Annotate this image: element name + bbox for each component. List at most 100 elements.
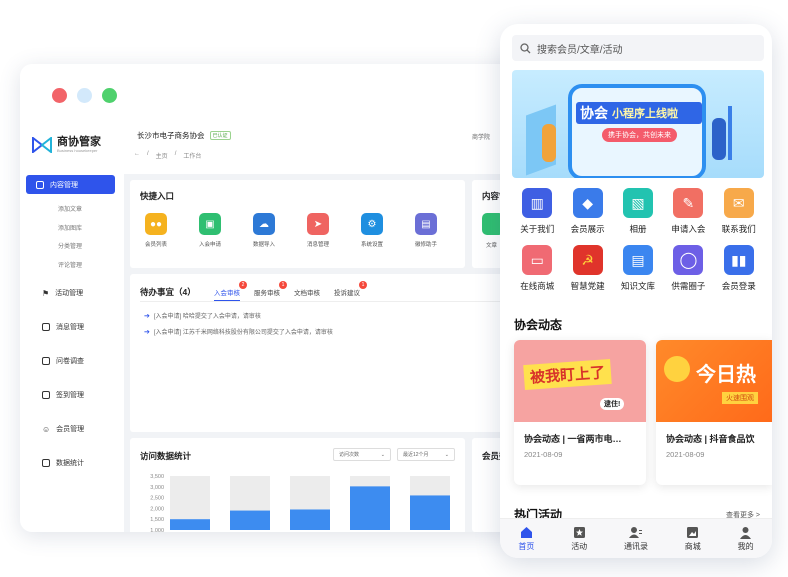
calendar-icon <box>42 391 50 399</box>
news-card[interactable]: 被我盯上了 逮住! 协会动态 | 一省两市电… 2021-08-09 <box>514 340 646 485</box>
breadcrumb-workbench: 工作台 <box>183 154 202 160</box>
bar[interactable] <box>290 509 330 530</box>
verified-badge: 已认证 <box>209 131 231 140</box>
quick-message-manage[interactable]: ➤ 消息管理 <box>302 213 334 248</box>
tab-badge: 1 <box>359 281 367 289</box>
grid-member-showcase[interactable]: ◆ 会员展示 <box>562 188 612 235</box>
flag-icon: ⚑ <box>42 288 50 298</box>
tab-service-review[interactable]: 服务审核 1 <box>254 281 287 301</box>
range-select[interactable]: 最近12个月 ⌄ <box>397 448 455 461</box>
grid-contact-us[interactable]: ✉ 联系我们 <box>714 188 764 235</box>
login-icon: ▮▮ <box>723 245 754 275</box>
quick-data-import[interactable]: ☁ 数据导入 <box>248 213 280 248</box>
sidebar-subitem-add-article[interactable]: 添加文章 <box>58 204 82 213</box>
grid-party-building[interactable]: ☭ 智慧党建 <box>562 245 612 292</box>
tab-activities[interactable]: 活动 <box>571 526 587 552</box>
grid-member-login[interactable]: ▮▮ 会员登录 <box>714 245 764 292</box>
bottom-tabbar: 首页 活动 通讯录 商城 我的 <box>500 518 772 558</box>
search-icon <box>520 42 531 53</box>
content-icon <box>36 180 44 189</box>
tab-shop[interactable]: 商城 <box>685 526 701 552</box>
arrow-right-icon: ➔ <box>144 312 150 320</box>
close-dot[interactable] <box>52 88 67 103</box>
chart-icon <box>42 459 50 467</box>
star-icon <box>573 526 585 538</box>
quick-join-application[interactable]: ▣ 入会申请 <box>194 213 226 248</box>
visit-stats-card: 访问数据统计 访问次数 ⌄ 最近12个月 ⌄ 3,500 3,000 2,500 2,… <box>130 438 465 532</box>
minimize-dot[interactable] <box>77 88 92 103</box>
tab-join-review[interactable]: 入会审核 2 <box>214 281 247 301</box>
assistant-icon: ▤ <box>415 213 437 235</box>
quick-assistant[interactable]: ▤ 徽修助手 <box>410 213 442 248</box>
sidebar-item-label: 内容管理 <box>50 181 78 189</box>
metric-select[interactable]: 访问次数 ⌄ <box>333 448 391 461</box>
quick-member-list[interactable]: ●● 会员列表 <box>140 213 172 248</box>
tab-complaints[interactable]: 投诉建议 1 <box>334 281 367 301</box>
todo-item[interactable]: ➔ [入会申请] 哈哈提交了入会申请，请审核 <box>144 311 261 321</box>
grid-knowledge-library[interactable]: ▤ 知识文库 <box>613 245 663 292</box>
news-image-text: 今日热 <box>696 364 756 386</box>
quick-entry-card: 快捷入口 ●● 会员列表 ▣ 入会申请 ☁ 数据导入 ➤ 消息管理 ⚙ 系统设置… <box>130 180 465 268</box>
news-image-text: 被我盯上了 <box>523 358 612 391</box>
todo-tabs: 入会审核 2 服务审核 1 文档审核 投诉建议 1 <box>214 281 367 301</box>
bar[interactable] <box>350 486 390 530</box>
grid-online-mall[interactable]: ▭ 在线商城 <box>512 245 562 292</box>
phone-app: 搜索会员/文章/活动 协会 小程序上线啦 携手协会，共创未来 ▥ 关于我们 ◆ … <box>500 24 772 558</box>
logo-title: 商协管家 <box>57 136 101 148</box>
bar[interactable] <box>170 519 210 530</box>
quick-entry-list: ●● 会员列表 ▣ 入会申请 ☁ 数据导入 ➤ 消息管理 ⚙ 系统设置 ▤ 徽修… <box>140 213 442 248</box>
sidebar-item-statistics[interactable]: 数据统计 <box>42 458 84 468</box>
grid-album[interactable]: ▧ 相册 <box>613 188 663 235</box>
tab-mine[interactable]: 我的 <box>738 526 754 552</box>
bar[interactable] <box>230 510 270 530</box>
news-date: 2021-08-09 <box>524 450 563 459</box>
book-icon <box>42 357 50 365</box>
gear-icon: ⚙ <box>361 213 383 235</box>
sidebar-item-activities[interactable]: ⚑ 活动管理 <box>42 288 83 298</box>
banner-subtitle: 携手协会，共创未来 <box>602 128 677 142</box>
breadcrumb-home[interactable]: 主页 <box>156 151 168 160</box>
cloud-icon: ☁ <box>253 213 275 235</box>
search-input[interactable]: 搜索会员/文章/活动 <box>512 35 764 61</box>
diamond-icon: ◆ <box>572 188 603 218</box>
sidebar-item-surveys[interactable]: 问卷调查 <box>42 356 84 366</box>
banner-person-right <box>712 118 726 160</box>
grid-supply-demand[interactable]: ◯ 供需圈子 <box>663 245 713 292</box>
sidebar-subitem-add-gallery[interactable]: 添加图库 <box>58 223 82 232</box>
grid-apply-join[interactable]: ✎ 申请入会 <box>663 188 713 235</box>
todo-item[interactable]: ➔ [入会申请] 江苏千米网络科技股份有限公司提交了入会申请，请审核 <box>144 327 333 337</box>
y-tick-label: 1,000 <box>150 528 164 532</box>
sidebar-subitem-comments[interactable]: 评论管理 <box>58 260 82 269</box>
news-image-subtext: 火速围观 <box>722 392 758 404</box>
desktop-window: 商协管家 Business housekeeper 内容管理 添加文章 添加图库… <box>20 64 580 532</box>
sidebar-item-messages[interactable]: 消息管理 <box>42 322 84 332</box>
grid-about-us[interactable]: ▥ 关于我们 <box>512 188 562 235</box>
sidebar-item-members[interactable]: ☺ 会员管理 <box>42 424 84 434</box>
sidebar-subitem-categories[interactable]: 分类管理 <box>58 241 82 250</box>
y-tick-label: 3,000 <box>150 485 164 491</box>
news-card[interactable]: 今日热 火速围观 协会动态 | 抖音食品饮 2021-08-09 <box>656 340 772 485</box>
tab-home[interactable]: 首页 <box>518 526 534 552</box>
sidebar-item-checkin[interactable]: 签到管理 <box>42 390 84 400</box>
maximize-dot[interactable] <box>102 88 117 103</box>
tab-badge: 2 <box>239 281 247 289</box>
tab-contacts[interactable]: 通讯录 <box>624 526 648 552</box>
y-tick-label: 2,500 <box>150 496 164 502</box>
banner-tower <box>728 106 732 160</box>
business-school-link[interactable]: 商学院 <box>472 132 490 141</box>
quick-system-settings[interactable]: ⚙ 系统设置 <box>356 213 388 248</box>
tab-doc-review[interactable]: 文档审核 <box>294 287 320 301</box>
promo-banner[interactable]: 协会 小程序上线啦 携手协会，共创未来 <box>512 70 764 178</box>
megaphone-icon <box>664 356 690 382</box>
party-icon: ☭ <box>572 245 603 275</box>
bar[interactable] <box>410 495 450 530</box>
bag-icon: ▭ <box>522 245 553 275</box>
doc-icon: ▤ <box>622 245 653 275</box>
news-title: 协会动态 | 抖音食品饮 <box>666 434 755 444</box>
chat-icon: ✉ <box>723 188 754 218</box>
visit-bar-chart: 3,500 3,000 2,500 2,000 1,500 1,000 <box>150 474 450 532</box>
contacts-icon <box>629 526 643 538</box>
sidebar-item-content[interactable]: 内容管理 <box>26 175 115 194</box>
news-image-subtext: 逮住! <box>600 398 625 410</box>
back-icon[interactable]: ← <box>134 151 140 160</box>
